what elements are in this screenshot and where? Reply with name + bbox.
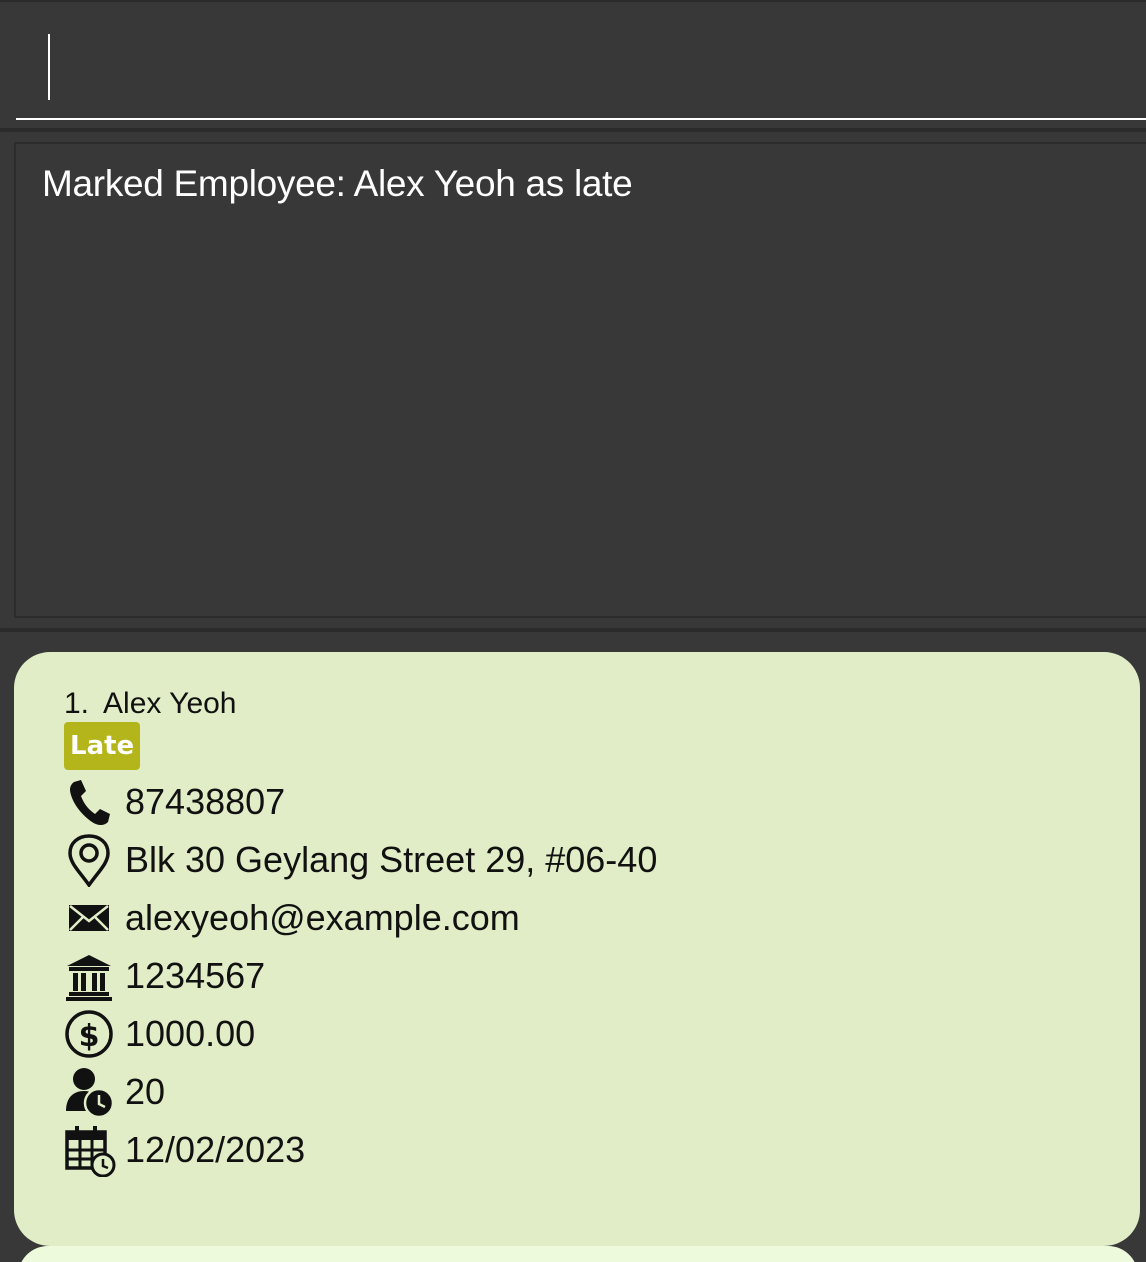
person-name: Alex Yeoh (103, 687, 237, 720)
person-card[interactable]: 1. Alex Yeoh Late 87438807 Blk 30 Geylang… (14, 652, 1140, 1246)
join-date-field: 12/02/2023 (64, 1123, 1064, 1177)
envelope-icon (64, 891, 114, 945)
dollar-icon: $ (64, 1007, 114, 1061)
phone-field: 87438807 (64, 775, 1064, 829)
calendar-clock-icon (64, 1123, 116, 1177)
email-value: alexyeoh@example.com (125, 897, 520, 938)
phone-value: 87438807 (125, 781, 286, 822)
address-field: Blk 30 Geylang Street 29, #06-40 (64, 833, 1064, 887)
bank-account-value: 1234567 (125, 955, 266, 996)
result-message: Marked Employee: Alex Yeoh as late (42, 163, 633, 204)
card-index: 1. (64, 687, 90, 720)
command-input[interactable] (16, 2, 1146, 120)
email-field: alexyeoh@example.com (64, 891, 1064, 945)
app-window: Marked Employee: Alex Yeoh as late 1. Ale… (0, 0, 1146, 1262)
text-caret (48, 34, 50, 100)
bank-icon (64, 949, 114, 1003)
leaves-value: 20 (125, 1071, 166, 1112)
bank-account-field: 1234567 (64, 949, 1064, 1003)
divider (0, 128, 1146, 132)
phone-icon (64, 775, 114, 829)
location-pin-icon (64, 833, 114, 887)
status-tag: Late (64, 722, 141, 770)
join-date-value: 12/02/2023 (125, 1129, 306, 1170)
leaves-field: 20 (64, 1065, 1064, 1119)
result-display[interactable]: Marked Employee: Alex Yeoh as late (14, 142, 1146, 618)
person-card-next[interactable] (18, 1246, 1138, 1262)
svg-text:$: $ (79, 1019, 100, 1054)
salary-value: 1000.00 (125, 1013, 256, 1054)
address-value: Blk 30 Geylang Street 29, #06-40 (125, 839, 658, 880)
command-box (0, 0, 1146, 128)
salary-field: $ 1000.00 (64, 1007, 1064, 1061)
divider (0, 628, 1146, 632)
card-header: 1. Alex Yeoh (64, 682, 237, 726)
user-clock-icon (64, 1065, 114, 1119)
